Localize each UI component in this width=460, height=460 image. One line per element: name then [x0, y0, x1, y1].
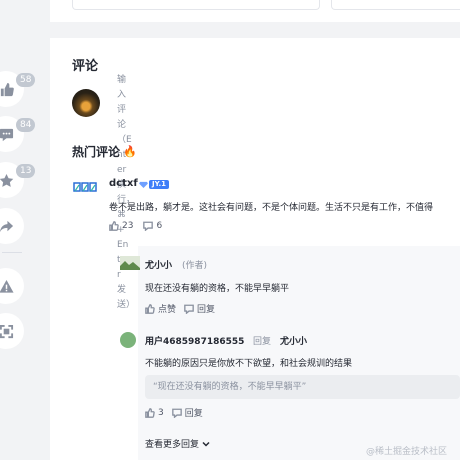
hot-comments-title: 热门评论 🔥	[72, 143, 137, 160]
like-count-badge: 58	[16, 73, 36, 87]
thumbs-up-outline-icon	[145, 303, 155, 314]
fullscreen-button[interactable]	[0, 313, 24, 349]
fire-icon: 🔥	[123, 145, 137, 158]
reply-user-avatar[interactable]	[120, 332, 136, 348]
reply-list	[138, 246, 460, 460]
share-button[interactable]	[0, 208, 24, 244]
scan-icon	[0, 324, 13, 338]
quoted-reply: “现在还没有躺的资格，不能早早躺平”	[145, 375, 460, 399]
reply-actions: 点赞 回复	[145, 302, 215, 315]
thumbs-up-outline-icon	[145, 407, 155, 418]
thumbs-up-outline-icon	[109, 221, 119, 231]
rail-divider	[2, 252, 22, 253]
thumbs-up-icon	[0, 82, 14, 96]
view-more-label: 查看更多回复	[145, 440, 200, 450]
comment-like-button[interactable]: 23	[109, 221, 133, 231]
comment-count-badge: 84	[16, 118, 36, 132]
reply-text: 现在还没有躺的资格，不能早早躺平	[145, 284, 290, 294]
collect-count-badge: 13	[16, 164, 36, 178]
share-icon	[0, 220, 13, 231]
reply-like-label: 点赞	[158, 305, 177, 315]
comment-outline-icon	[143, 221, 154, 231]
top-button-fragment	[331, 0, 460, 10]
reply-like-count: 3	[158, 407, 164, 418]
comment-section-title: 评论	[72, 59, 99, 74]
comment-text: 卷不是出路，躺才是。这社会有问题，不是个体问题。生活不只是有工作，不值得	[109, 203, 434, 213]
reply-user-name[interactable]: 用户4685987186555	[145, 334, 244, 347]
reply-actions: 3 回复	[145, 406, 203, 419]
chevron-down-icon	[202, 441, 210, 447]
comment-reply-count: 6	[156, 221, 163, 231]
reply-author-avatar[interactable]	[120, 256, 140, 270]
current-user-avatar	[72, 89, 100, 117]
top-input-fragment	[72, 0, 320, 10]
user-level-badge: JY.1	[139, 180, 170, 189]
reply-like-button[interactable]: 点赞	[145, 302, 176, 315]
comment-icon	[0, 128, 13, 141]
reply-reply-label: 回复	[184, 409, 203, 419]
reply-reply-button[interactable]: 回复	[184, 302, 215, 315]
reply-like-button[interactable]: 3	[145, 406, 164, 419]
comment-input[interactable]: 输入评论（Enter换行，⌘ + Enter发送）	[117, 73, 135, 313]
commenter-avatar[interactable]	[72, 178, 98, 196]
comment-reply-button[interactable]: 6	[143, 221, 162, 231]
watermark: @稀土掘金技术社区	[366, 447, 448, 457]
view-more-replies-button[interactable]: 查看更多回复	[145, 437, 210, 450]
level-gem-icon	[139, 181, 148, 188]
reply-reply-button[interactable]: 回复	[171, 406, 203, 419]
comment-outline-icon	[184, 304, 194, 314]
reply-author-name[interactable]: 尤小小	[145, 258, 172, 271]
reply-to-label: 回复	[253, 337, 272, 347]
author-tag: (作者)	[182, 261, 208, 271]
reply-reply-label: 回复	[197, 305, 216, 315]
hot-comments-label: 热门评论	[72, 145, 121, 159]
commenter-name[interactable]: dctxf	[109, 178, 138, 189]
comment-outline-icon	[171, 408, 182, 418]
comment-actions: 23 6	[109, 221, 162, 231]
comment-like-count: 23	[122, 221, 134, 231]
reply-to-user[interactable]: 尤小小	[280, 334, 307, 347]
report-button[interactable]	[0, 268, 24, 304]
level-label: JY.1	[149, 180, 170, 189]
reply-text: 不能躺的原因只是你放不下欲望，和社会规训的结果	[145, 359, 353, 369]
star-icon	[0, 173, 13, 187]
warning-icon	[0, 279, 14, 293]
